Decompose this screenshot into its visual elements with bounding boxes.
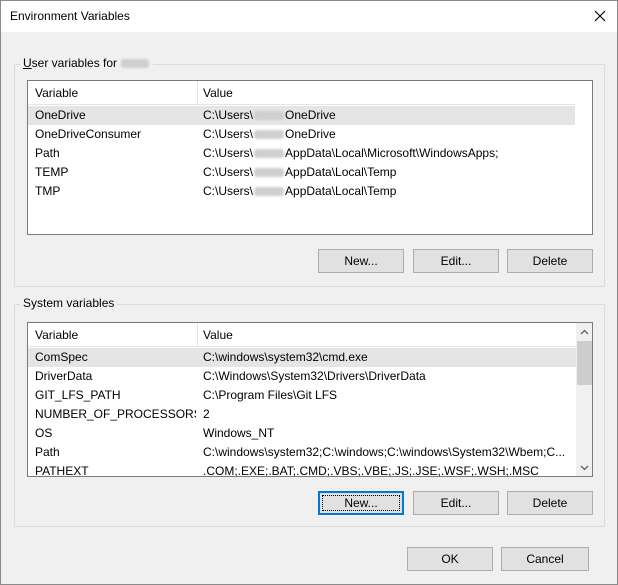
cancel-button[interactable]: Cancel	[501, 547, 589, 571]
column-header-value[interactable]: Value	[196, 81, 575, 105]
system-new-button[interactable]: New...	[318, 491, 404, 515]
system-delete-button-label: Delete	[532, 496, 568, 510]
user-list-header: Variable Value	[28, 81, 575, 105]
table-row[interactable]: OneDriveConsumer C:\Users\ OneDrive	[28, 125, 575, 144]
table-row[interactable]: TMP C:\Users\ AppData\Local\Temp	[28, 182, 575, 201]
column-header-variable[interactable]: Variable	[28, 323, 198, 347]
column-header-variable[interactable]: Variable	[28, 81, 198, 105]
value-prefix: C:\Users\	[203, 108, 254, 122]
variable-cell: OS	[35, 426, 53, 440]
variable-cell: ComSpec	[35, 350, 88, 364]
value-suffix: AppData\Local\Temp	[285, 184, 397, 198]
variable-cell: PATHEXT	[35, 464, 89, 477]
value-cell: C:\Users\ AppData\Local\Temp	[196, 163, 575, 182]
system-variables-label: System variables	[20, 296, 118, 310]
value-cell: C:\Users\ AppData\Local\Microsoft\Windows…	[196, 144, 575, 163]
system-list-header: Variable Value	[28, 323, 576, 347]
value-suffix: AppData\Local\Temp	[285, 165, 397, 179]
ok-button[interactable]: OK	[407, 547, 493, 571]
table-row[interactable]: Path C:\windows\system32;C:\windows;C:\w…	[28, 443, 576, 462]
redacted-username	[254, 130, 285, 140]
value-prefix: C:\Users\	[203, 127, 254, 141]
user-new-button[interactable]: New...	[318, 249, 404, 273]
system-edit-button-label: Edit...	[440, 496, 472, 510]
variable-cell: TEMP	[35, 165, 69, 179]
chevron-down-icon	[580, 465, 589, 470]
value-cell: C:\Users\ OneDrive	[196, 106, 575, 125]
focus-rectangle	[322, 495, 400, 511]
user-variables-list[interactable]: Variable Value OneDrive C:\Users\ OneDriv…	[27, 80, 593, 235]
table-row[interactable]: NUMBER_OF_PROCESSORS 2	[28, 405, 576, 424]
table-row[interactable]: GIT_LFS_PATH C:\Program Files\Git LFS	[28, 386, 576, 405]
user-edit-button[interactable]: Edit...	[413, 249, 499, 273]
variable-cell: NUMBER_OF_PROCESSORS	[35, 407, 196, 421]
redacted-username	[254, 149, 285, 159]
user-delete-button-label: Delete	[532, 254, 568, 268]
table-row[interactable]: TEMP C:\Users\ AppData\Local\Temp	[28, 163, 575, 182]
ok-button-label: OK	[441, 552, 459, 566]
redacted-username	[254, 187, 285, 197]
value-cell: C:\Program Files\Git LFS	[203, 388, 338, 402]
system-delete-button[interactable]: Delete	[507, 491, 593, 515]
table-row[interactable]: DriverData C:\Windows\System32\Drivers\D…	[28, 367, 576, 386]
user-variables-label-text: User variables for	[23, 56, 121, 70]
scroll-down-button[interactable]	[576, 459, 592, 476]
system-variables-list[interactable]: Variable Value ComSpec C:\windows\system…	[27, 322, 593, 477]
user-delete-button[interactable]: Delete	[507, 249, 593, 273]
close-button[interactable]	[589, 5, 611, 27]
redacted-username	[121, 59, 150, 69]
redacted-username	[254, 111, 285, 121]
value-cell: C:\Windows\System32\Drivers\DriverData	[203, 369, 426, 383]
value-cell: C:\Users\ OneDrive	[196, 125, 575, 144]
table-row[interactable]: PATHEXT .COM;.EXE;.BAT;.CMD;.VBS;.VBE;.J…	[28, 462, 576, 477]
value-cell: C:\windows\system32;C:\windows;C:\window…	[203, 445, 566, 459]
variable-cell: GIT_LFS_PATH	[35, 388, 121, 402]
value-cell: Windows_NT	[203, 426, 275, 440]
variable-cell: OneDrive	[35, 108, 86, 122]
value-prefix: C:\Users\	[203, 165, 254, 179]
table-row[interactable]: ComSpec C:\windows\system32\cmd.exe	[28, 348, 576, 367]
title-bar: Environment Variables	[1, 1, 617, 32]
cancel-button-label: Cancel	[526, 552, 564, 566]
value-cell: C:\windows\system32\cmd.exe	[203, 350, 368, 364]
value-cell: 2	[203, 407, 210, 421]
user-edit-button-label: Edit...	[440, 254, 472, 268]
table-row[interactable]: OneDrive C:\Users\ OneDrive	[28, 106, 575, 125]
user-new-button-label: New...	[344, 254, 378, 268]
scrollbar-thumb[interactable]	[577, 341, 592, 385]
variable-cell: OneDriveConsumer	[35, 127, 142, 141]
scroll-up-button[interactable]	[576, 323, 592, 340]
variable-cell: DriverData	[35, 369, 93, 383]
user-variables-label: User variables for	[20, 56, 154, 70]
value-cell: .COM;.EXE;.BAT;.CMD;.VBS;.VBE;.JS;.JSE;.…	[203, 464, 539, 477]
variable-cell: Path	[35, 146, 60, 160]
value-prefix: C:\Users\	[203, 184, 254, 198]
vertical-scrollbar[interactable]	[576, 323, 592, 476]
value-suffix: AppData\Local\Microsoft\WindowsApps;	[285, 146, 499, 160]
variable-cell: Path	[35, 445, 60, 459]
close-icon	[594, 10, 606, 22]
chevron-up-icon	[580, 329, 589, 334]
variable-cell: TMP	[35, 184, 61, 198]
value-prefix: C:\Users\	[203, 146, 254, 160]
redacted-username	[254, 168, 285, 178]
column-header-value[interactable]: Value	[196, 323, 576, 347]
window-title: Environment Variables	[10, 9, 130, 23]
system-edit-button[interactable]: Edit...	[413, 491, 499, 515]
value-suffix: OneDrive	[285, 108, 336, 122]
environment-variables-dialog: Environment Variables User variables for…	[0, 0, 618, 585]
value-cell: C:\Users\ AppData\Local\Temp	[196, 182, 575, 201]
table-row[interactable]: OS Windows_NT	[28, 424, 576, 443]
table-row[interactable]: Path C:\Users\ AppData\Local\Microsoft\Wi…	[28, 144, 575, 163]
value-suffix: OneDrive	[285, 127, 336, 141]
